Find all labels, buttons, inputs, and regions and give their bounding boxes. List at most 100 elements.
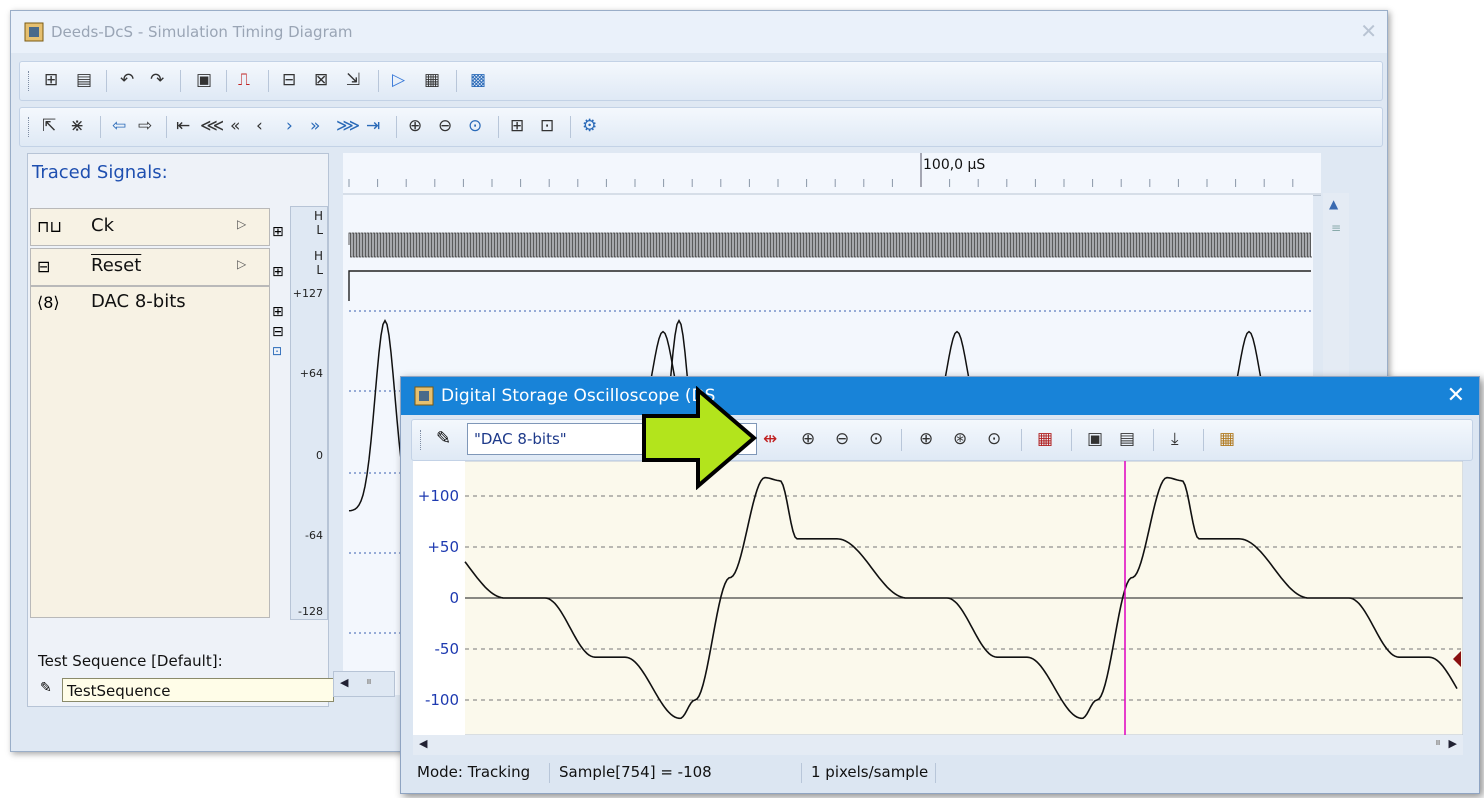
reset-l-label: L — [316, 263, 323, 277]
ck-h-label: H — [313, 209, 323, 223]
signals-icon[interactable]: ⊞ — [44, 70, 58, 90]
zoom-signal-icon[interactable]: ⋇ — [70, 116, 84, 136]
time-zoom-in-icon[interactable]: ⊕ — [919, 429, 933, 449]
status-scale: 1 pixels/sample — [811, 763, 929, 781]
main-toolbar-1: ⊞ ▤ ↶ ↷ ▣ ⎍ ⊟ ⊠ ⇲ ▷ ▦ ▩ — [19, 61, 1383, 101]
expand-dac-icon[interactable]: ⊞ — [272, 304, 284, 320]
prev-edge-icon[interactable]: ⇦ — [112, 116, 126, 136]
ruler-ticks — [343, 153, 1321, 195]
status-mode: Mode: Tracking — [417, 763, 531, 781]
time-zoom-out-icon[interactable]: ⊙ — [987, 429, 1001, 449]
dac-scale-neg64: -64 — [305, 529, 323, 542]
dso-plot-area[interactable]: +100 +50 0 -50 -100 — [413, 461, 1463, 735]
step-icon[interactable]: ⎍ — [238, 70, 250, 90]
export-icon[interactable]: ⊞ — [510, 116, 524, 136]
scroll-grip-icon[interactable]: ⏸ — [366, 674, 372, 689]
add-signal-icon[interactable]: ⊟ — [282, 70, 296, 90]
traced-signals-title: Traced Signals: — [32, 162, 168, 183]
step-back-icon[interactable]: ‹ — [256, 116, 263, 136]
zoom-in-icon[interactable]: ⊕ — [408, 116, 422, 136]
probe-icon[interactable]: ✎ — [436, 428, 451, 449]
fast-back-icon[interactable]: ⋘ — [200, 116, 224, 136]
main-close-icon[interactable]: ✕ — [1360, 19, 1377, 43]
main-titlebar[interactable]: Deeds-DcS - Simulation Timing Diagram ✕ — [11, 11, 1387, 53]
dac-scale-column: H L H L +127 +64 0 -64 -128 — [290, 206, 328, 620]
play-icon[interactable]: ▷ — [237, 217, 246, 231]
memory-icon[interactable]: ▦ — [1037, 429, 1053, 449]
time-zoom-all-icon[interactable]: ⊛ — [953, 429, 967, 449]
expand-reset-icon[interactable]: ⊞ — [272, 264, 284, 280]
grid-icon[interactable]: ▩ — [470, 70, 486, 90]
print-icon[interactable]: ⊡ — [540, 116, 554, 136]
toolbar-grip[interactable] — [28, 71, 32, 91]
signal-row-dac[interactable]: ⟨8⟩ DAC 8-bits — [30, 286, 270, 618]
sequence-icon: ✎ — [40, 680, 52, 696]
save-icon[interactable]: ▤ — [1119, 429, 1135, 449]
zoom-fit-icon[interactable]: ⊙ — [468, 116, 482, 136]
scroll-left-icon[interactable]: ◀ — [340, 676, 348, 689]
memory-icon[interactable]: ▦ — [424, 70, 440, 90]
play-icon[interactable]: ▷ — [392, 70, 405, 90]
play-icon[interactable]: ▷ — [237, 257, 246, 271]
zoom-fit-icon[interactable]: ⊙ — [869, 429, 883, 449]
zoom-in-icon[interactable]: ⊕ — [801, 429, 815, 449]
signal-row-ck[interactable]: ⊓⊔ Ck ▷ — [30, 208, 270, 246]
dso-hscroll[interactable]: ◀ ▶ ⏸ — [413, 735, 1463, 755]
dac-scale-min: -128 — [298, 605, 323, 618]
dso-titlebar[interactable]: Digital Storage Oscilloscope (DS ✕ — [401, 377, 1479, 415]
time-ruler[interactable]: 100,0 µS — [343, 153, 1321, 196]
ruler-label: 100,0 µS — [923, 157, 986, 173]
y-axis-label: -50 — [435, 640, 460, 658]
reset-h-label: H — [313, 249, 323, 263]
zoom-out-icon[interactable]: ⊖ — [438, 116, 452, 136]
edit-signal-icon[interactable]: ⊠ — [314, 70, 328, 90]
signal-name: Ck — [91, 215, 114, 236]
dso-close-icon[interactable]: ✕ — [1447, 383, 1465, 408]
signal-row-reset[interactable]: ⊟ Reset ▷ — [30, 248, 270, 286]
scroll-up-icon[interactable]: ▲ — [1329, 197, 1338, 211]
dso-app-icon — [414, 386, 434, 406]
main-title: Deeds-DcS - Simulation Timing Diagram — [51, 23, 353, 41]
signal-name: DAC 8-bits — [91, 291, 186, 312]
toolbar-grip[interactable] — [420, 430, 424, 450]
y-axis-label: -100 — [425, 691, 459, 709]
test-sequence-label: Test Sequence [Default]: — [38, 652, 223, 670]
scroll-right-icon[interactable]: ▶ — [1449, 737, 1457, 750]
y-axis-label: +100 — [418, 487, 459, 505]
test-sequence-input[interactable]: TestSequence — [62, 678, 334, 702]
step-forward-icon[interactable]: › — [286, 116, 293, 136]
expand-ck-icon[interactable]: ⊞ — [272, 224, 284, 240]
highlight-arrow-icon — [642, 386, 758, 490]
fast-forward-icon[interactable]: ⋙ — [336, 116, 360, 136]
zoom-out-icon[interactable]: ⊖ — [835, 429, 849, 449]
scroll-grip-icon[interactable]: ⏸ — [1435, 735, 1441, 750]
forward-icon[interactable]: » — [310, 116, 320, 136]
start-icon[interactable]: ⇤ — [176, 116, 190, 136]
traced-signals-panel: Traced Signals: ⊓⊔ Ck ▷ ⊟ Reset ▷ ⟨8⟩ DA… — [27, 153, 334, 707]
dac-scale-max: +127 — [292, 287, 323, 300]
end-icon[interactable]: ⇥ — [366, 116, 380, 136]
signal-name: Reset — [91, 255, 142, 276]
settings-icon[interactable]: ⚙ — [582, 116, 597, 136]
redo-icon[interactable]: ↷ — [150, 70, 164, 90]
next-edge-icon[interactable]: ⇨ — [138, 116, 152, 136]
pointer-icon[interactable]: ⇱ — [42, 116, 56, 136]
pointer-icon[interactable]: ⇲ — [346, 70, 360, 90]
undo-icon[interactable]: ↶ — [120, 70, 134, 90]
toolbar-grip[interactable] — [28, 117, 32, 137]
collapse-dac-icon[interactable]: ⊟ — [272, 324, 284, 340]
scroll-grip-icon[interactable]: ≡ — [1331, 221, 1341, 235]
cursor-measure-icon[interactable]: ⇹ — [763, 429, 777, 449]
main-hscroll[interactable]: ◀ ⏸ — [333, 671, 395, 697]
scroll-left-icon[interactable]: ◀ — [419, 737, 427, 750]
clipboard-icon[interactable]: ▣ — [196, 70, 212, 90]
doc-icon[interactable]: ▤ — [76, 70, 92, 90]
copy-icon[interactable]: ▣ — [1087, 429, 1103, 449]
grid-icon[interactable]: ▦ — [1219, 429, 1235, 449]
back-icon[interactable]: « — [230, 116, 240, 136]
status-sample: Sample[754] = -108 — [559, 763, 712, 781]
dso-window: Digital Storage Oscilloscope (DS ✕ ✎ "DA… — [400, 376, 1480, 794]
format-dac-icon[interactable]: ⊡ — [272, 344, 282, 358]
download-icon[interactable]: ⤓ — [1171, 429, 1179, 449]
dso-statusbar: Mode: Tracking Sample[754] = -108 1 pixe… — [411, 759, 1471, 787]
